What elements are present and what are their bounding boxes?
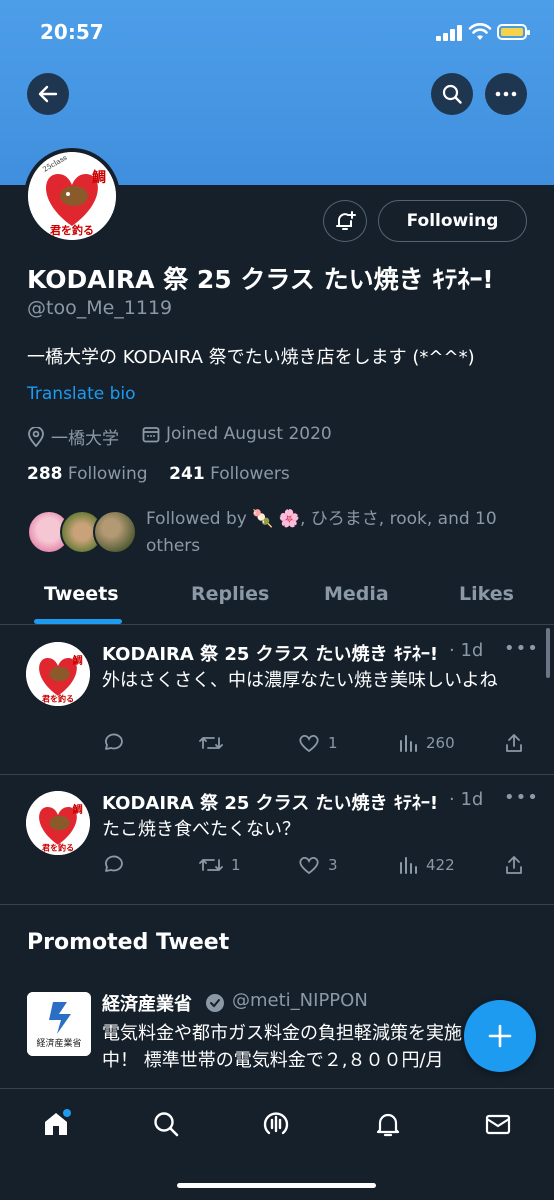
tweet-avatar[interactable]: 鯛 君を釣る [26,791,90,855]
like-button[interactable]: 1 [298,733,338,753]
tweet-author-name[interactable]: KODAIRA 祭 25 クラス たい焼き ｷﾃﾈｰ! [102,789,438,815]
tweet-item[interactable]: 鯛 君を釣る KODAIRA 祭 25 クラス たい焼き ｷﾃﾈｰ! · 1d … [0,626,554,775]
promoted-handle[interactable]: @meti_NIPPON [232,990,368,1011]
home-indicator[interactable] [177,1183,376,1188]
promoted-text: 電気料金や都市ガス料金の負担軽減策を実施中！ 標準世帯の電気料金で２,８００円/… [102,1023,462,1071]
tweet-time[interactable]: · 1d [449,640,483,661]
retweet-button[interactable]: 1 [199,855,241,875]
retweet-icon [199,859,223,871]
share-button[interactable] [504,855,524,875]
share-icon [506,734,522,752]
promoted-section-title: Promoted Tweet [27,930,230,955]
svg-text:君を釣る: 君を釣る [41,843,74,853]
svg-text:鯛: 鯛 [92,169,106,186]
tweet-avatar[interactable]: 鯛 君を釣る [26,642,90,706]
reply-button[interactable] [102,733,132,753]
location-pin-icon [28,426,44,447]
taiyaki-heart-logo: 25class 鯛 君を釣る [28,152,116,240]
profile-tabs: Tweets Replies Media Likes [0,570,554,625]
tweet-author-name[interactable]: KODAIRA 祭 25 クラス たい焼き ｷﾃﾈｰ! [102,640,438,666]
taiyaki-heart-logo: 鯛 君を釣る [26,642,90,706]
profile-handle: @too_Me_1119 [27,297,173,319]
heart-icon [299,734,319,753]
tab-media[interactable]: Media [324,583,389,605]
following-button[interactable]: Following [378,200,527,242]
followers-count-link[interactable]: 241 Followers [169,464,290,484]
notifications-icon [376,1113,400,1137]
promoted-author-name[interactable]: 経済産業省 [102,990,192,1016]
tweet-time[interactable]: · 1d [449,789,483,810]
promoted-avatar[interactable]: 経済産業省 [27,992,91,1056]
messages-icon [485,1114,511,1135]
location-text: 一橋大学 [51,429,119,449]
reply-icon [105,855,123,872]
like-button[interactable]: 3 [298,855,338,875]
svg-text:君を釣る: 君を釣る [50,223,94,237]
wifi-icon [468,23,492,40]
svg-text:鯛: 鯛 [73,803,83,816]
tab-replies[interactable]: Replies [191,583,269,605]
home-icon [45,1109,71,1135]
follower-avatar[interactable] [93,510,137,554]
share-icon [506,856,522,874]
reply-button[interactable] [102,855,132,875]
more-icon [495,91,517,97]
tab-tweets[interactable]: Tweets [44,583,119,605]
calendar-icon [142,427,160,443]
search-icon [442,84,462,104]
tweet-more-icon[interactable]: ••• [504,787,539,808]
svg-text:君を釣る: 君を釣る [41,694,74,704]
follow-counts: 288 Following 241 Followers [27,464,290,484]
nav-spaces[interactable] [258,1107,294,1141]
profile-bio: 一橋大学の KODAIRA 祭でたい焼き店をします (*^^*) [27,347,475,368]
retweet-button[interactable] [199,733,231,753]
profile-location: 一橋大学 [27,424,119,449]
views-chart-icon [400,735,417,752]
explore-icon [154,1112,179,1137]
profile-joined: Joined August 2020 [142,424,332,444]
nav-explore[interactable] [148,1107,184,1141]
svg-text:経済産業省: 経済産業省 [36,1037,81,1049]
retweet-icon [199,737,223,749]
heart-icon [299,856,319,875]
tweet-more-icon[interactable]: ••• [504,638,539,659]
views-button[interactable]: 260 [398,733,455,753]
notifications-toggle-button[interactable] [323,200,367,242]
joined-text: Joined August 2020 [166,424,332,444]
nav-messages[interactable] [480,1107,516,1141]
battery-icon [497,24,530,40]
compose-plus-icon [488,1024,512,1048]
profile-avatar[interactable]: 25class 鯛 君を釣る [24,148,120,244]
translate-bio-link[interactable]: Translate bio [27,384,136,404]
share-button[interactable] [504,733,524,753]
svg-text:鯛: 鯛 [73,654,83,667]
followed-by-text[interactable]: Followed by 🍡 🌸, ひろまさ, rook, and 10 othe… [146,506,526,560]
more-button[interactable] [485,73,527,115]
views-chart-icon [400,857,417,874]
status-bar: 20:57 [0,0,554,60]
tab-likes[interactable]: Likes [459,583,514,605]
taiyaki-heart-logo: 鯛 君を釣る [26,791,90,855]
reply-icon [105,733,123,750]
following-count-link[interactable]: 288 Following [27,464,148,484]
nav-notifications[interactable] [370,1107,406,1141]
tweet-text: たこ焼き食べたくない？ [102,819,300,840]
tweet-text: 外はさくさく、中は濃厚なたい焼き美味しいよね [102,670,498,691]
spaces-icon [263,1112,289,1135]
active-tab-indicator [34,619,122,624]
bell-plus-icon [336,211,356,230]
compose-tweet-button[interactable] [464,1000,536,1072]
search-button[interactable] [431,73,473,115]
back-arrow-icon [38,85,58,103]
tweet-item[interactable]: 鯛 君を釣る KODAIRA 祭 25 クラス たい焼き ｷﾃﾈｰ! · 1d … [0,775,554,905]
cellular-signal-icon [436,25,462,41]
meti-logo: 経済産業省 [27,992,91,1056]
back-button[interactable] [27,73,69,115]
views-button[interactable]: 422 [398,855,455,875]
verified-badge-icon [206,994,224,1012]
nav-home[interactable] [38,1107,74,1141]
status-time: 20:57 [40,20,104,44]
profile-name: KODAIRA 祭 25 クラス たい焼き ｷﾃﾈｰ! [27,265,494,294]
